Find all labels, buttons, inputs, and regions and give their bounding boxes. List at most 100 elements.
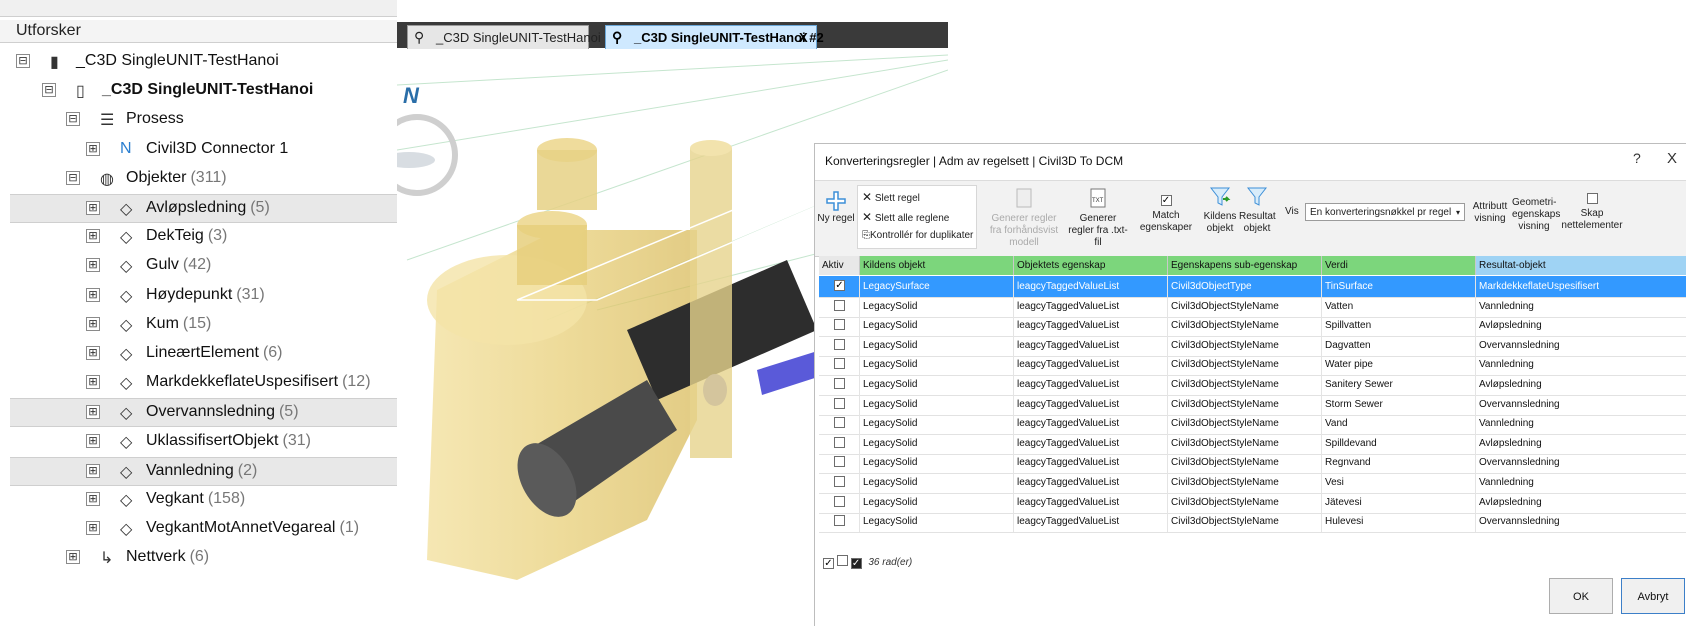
- expand-icon[interactable]: ⊞: [86, 201, 100, 215]
- tree-item[interactable]: ⊞ ◇ UklassifisertObjekt (31): [10, 428, 397, 455]
- create-net-elements-toggle[interactable]: Skap nettelementer: [1561, 193, 1623, 232]
- cell-source-object[interactable]: LegacySolid: [860, 315, 1014, 337]
- cell-source-object[interactable]: LegacySolid: [860, 452, 1014, 474]
- tab-document-1[interactable]: ⚲ _C3D SingleUNIT-TestHanoi: [407, 25, 601, 49]
- cell-result-object[interactable]: Vannledning: [1476, 413, 1686, 434]
- active-checkbox[interactable]: [834, 338, 845, 350]
- create-net-elements-checkbox[interactable]: [1586, 193, 1598, 204]
- tree-item[interactable]: ⊞ ◇ Vannledning (2): [10, 456, 397, 486]
- active-checkbox[interactable]: ✓: [834, 280, 845, 291]
- cell-sub-property[interactable]: Civil3dObjectStyleName: [1168, 432, 1322, 454]
- cell-object-property[interactable]: leagcyTaggedValueList: [1014, 432, 1168, 454]
- table-row[interactable]: LegacySolid leagcyTaggedValueList Civil3dO…: [819, 511, 1686, 534]
- col-header-result-object[interactable]: Resultat-objekt: [1476, 256, 1686, 275]
- geometry-view-button[interactable]: Geometri-egenskaps visning: [1512, 197, 1560, 233]
- expand-icon[interactable]: ⊞: [86, 229, 100, 244]
- generate-from-txt-button[interactable]: TXT Generer regler fra .txt-fil: [1067, 187, 1129, 249]
- cell-object-property[interactable]: leagcyTaggedValueList: [1014, 295, 1168, 317]
- ok-button[interactable]: OK: [1549, 578, 1613, 614]
- cell-source-object[interactable]: LegacySolid: [860, 413, 1014, 435]
- generate-from-model-button[interactable]: Generer regler fra forhåndsvist modell: [985, 187, 1063, 249]
- filter-unchecked-checkbox[interactable]: [836, 555, 848, 566]
- filter-all-checkbox[interactable]: ✓: [850, 558, 862, 569]
- cell-value[interactable]: Regnvand: [1322, 452, 1476, 474]
- result-object-button[interactable]: Resultat objekt: [1239, 185, 1276, 235]
- cell-result-object[interactable]: Overvannsledning: [1476, 335, 1686, 356]
- cell-object-property[interactable]: leagcyTaggedValueList: [1014, 491, 1168, 513]
- cell-value[interactable]: Storm Sewer: [1322, 393, 1476, 415]
- cell-sub-property[interactable]: Civil3dObjectStyleName: [1168, 511, 1322, 533]
- cell-object-property[interactable]: leagcyTaggedValueList: [1014, 276, 1168, 297]
- cell-result-object[interactable]: Vannledning: [1476, 296, 1686, 317]
- expand-icon[interactable]: ⊞: [86, 433, 100, 448]
- cell-result-object[interactable]: Avløpsledning: [1476, 492, 1686, 513]
- cell-source-object[interactable]: LegacySurface: [860, 276, 1014, 297]
- col-header-aktiv[interactable]: Aktiv: [819, 256, 860, 275]
- delete-all-button[interactable]: ✕ Slett alle reglene: [862, 210, 949, 224]
- active-checkbox[interactable]: [834, 456, 845, 468]
- cell-object-property[interactable]: leagcyTaggedValueList: [1014, 393, 1168, 415]
- expand-icon[interactable]: ⊞: [86, 316, 100, 331]
- cell-sub-property[interactable]: Civil3dObjectStyleName: [1168, 295, 1322, 317]
- help-button[interactable]: ?: [1633, 150, 1641, 166]
- cell-value[interactable]: Sanitery Sewer: [1322, 374, 1476, 395]
- close-button[interactable]: X: [1667, 150, 1677, 167]
- col-header-sub-property[interactable]: Egenskapens sub-egenskap: [1168, 256, 1322, 275]
- active-checkbox[interactable]: [834, 495, 845, 507]
- source-object-button[interactable]: Kildens objekt: [1203, 185, 1237, 235]
- cell-result-object[interactable]: Vannledning: [1476, 354, 1686, 375]
- active-checkbox[interactable]: [834, 515, 845, 527]
- expand-icon[interactable]: ⊞: [86, 375, 100, 390]
- tree-item[interactable]: ⊞ ◇ VegkantMotAnnetVegareal (1): [10, 515, 397, 542]
- cell-object-property[interactable]: leagcyTaggedValueList: [1014, 354, 1168, 376]
- active-checkbox[interactable]: [834, 476, 845, 487]
- collapse-icon[interactable]: ⊟: [66, 170, 80, 185]
- cell-value[interactable]: Vand: [1322, 413, 1476, 435]
- cell-result-object[interactable]: Vannledning: [1476, 472, 1686, 493]
- cell-sub-property[interactable]: Civil3dObjectType: [1168, 276, 1322, 297]
- cell-value[interactable]: Vatten: [1322, 295, 1476, 317]
- tree-item[interactable]: ⊟ ◍ Objekter (311): [10, 165, 397, 192]
- cell-result-object[interactable]: Avløpsledning: [1476, 433, 1686, 454]
- collapse-icon[interactable]: ⊟: [16, 54, 30, 68]
- cell-sub-property[interactable]: Civil3dObjectStyleName: [1168, 472, 1322, 493]
- cell-sub-property[interactable]: Civil3dObjectStyleName: [1168, 413, 1322, 435]
- tab-document-2[interactable]: ⚲ _C3D SingleUNIT-TestHanoi #2 X: [605, 25, 824, 49]
- cell-source-object[interactable]: LegacySolid: [860, 472, 1014, 493]
- cell-object-property[interactable]: leagcyTaggedValueList: [1014, 374, 1168, 395]
- cell-source-object[interactable]: LegacySolid: [860, 511, 1014, 533]
- active-checkbox[interactable]: [834, 378, 845, 389]
- cell-source-object[interactable]: LegacySolid: [860, 334, 1014, 356]
- active-checkbox[interactable]: [834, 319, 845, 331]
- collapse-icon[interactable]: ⊟: [42, 83, 56, 98]
- new-rule-button[interactable]: Ny regel: [817, 191, 855, 225]
- cell-result-object[interactable]: Overvannsledning: [1476, 452, 1686, 473]
- cell-source-object[interactable]: LegacySolid: [860, 432, 1014, 454]
- cell-value[interactable]: Dagvatten: [1322, 334, 1476, 356]
- active-checkbox[interactable]: [834, 436, 845, 448]
- cancel-button[interactable]: Avbryt: [1621, 578, 1685, 614]
- tree-item[interactable]: ⊞ ◇ DekTeig (3): [10, 223, 397, 250]
- delete-rule-button[interactable]: ✕ Slett regel: [862, 190, 920, 204]
- cell-result-object[interactable]: Overvannsledning: [1476, 394, 1686, 415]
- col-header-object-property[interactable]: Objektets egenskap: [1014, 256, 1168, 275]
- tree-item[interactable]: ⊞ ◇ Gulv (42): [10, 252, 397, 279]
- expand-icon[interactable]: ⊞: [86, 141, 100, 156]
- tree-item[interactable]: ⊞ ◇ Høydepunkt (31): [10, 282, 397, 309]
- cell-sub-property[interactable]: Civil3dObjectStyleName: [1168, 315, 1322, 337]
- expand-icon[interactable]: ⊞: [86, 463, 100, 478]
- close-tab-icon[interactable]: X: [799, 26, 808, 49]
- tree-item[interactable]: ⊟ ▮ _C3D SingleUNIT-TestHanoi: [10, 48, 397, 75]
- tree-item[interactable]: ⊞ ◇ Kum (15): [10, 311, 397, 338]
- cell-result-object[interactable]: MarkdekkeflateUspesifisert: [1476, 276, 1686, 297]
- cell-sub-property[interactable]: Civil3dObjectStyleName: [1168, 491, 1322, 513]
- col-header-source-object[interactable]: Kildens objekt: [860, 256, 1014, 275]
- tree-item[interactable]: ⊞ ↳ Nettverk (6): [10, 544, 397, 571]
- expand-icon[interactable]: ⊞: [86, 346, 100, 360]
- cell-value[interactable]: Jätevesi: [1322, 491, 1476, 513]
- cell-value[interactable]: Water pipe: [1322, 354, 1476, 376]
- cell-sub-property[interactable]: Civil3dObjectStyleName: [1168, 452, 1322, 474]
- cell-source-object[interactable]: LegacySolid: [860, 374, 1014, 395]
- cell-object-property[interactable]: leagcyTaggedValueList: [1014, 472, 1168, 493]
- cell-source-object[interactable]: LegacySolid: [860, 295, 1014, 317]
